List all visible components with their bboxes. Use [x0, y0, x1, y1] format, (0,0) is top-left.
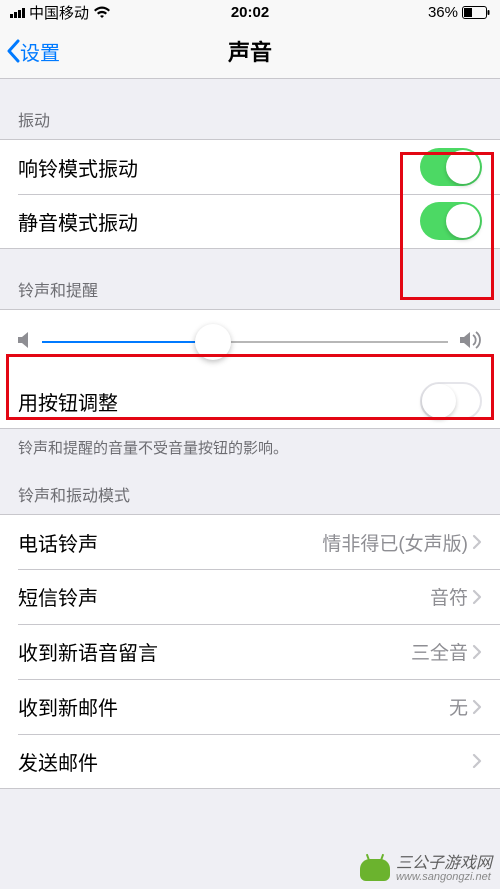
nav-bar: 设置 声音: [0, 24, 500, 79]
chevron-right-icon: [472, 753, 482, 769]
row-pattern-item[interactable]: 收到新语音留言 三全音: [0, 624, 500, 679]
android-icon: [360, 859, 390, 881]
row-pattern-item[interactable]: 发送邮件: [0, 734, 500, 789]
watermark-text: 三公子游戏网: [396, 856, 492, 872]
clock: 20:02: [231, 4, 269, 21]
row-pattern-item[interactable]: 短信铃声 音符: [0, 569, 500, 624]
row-pattern-item[interactable]: 收到新邮件 无: [0, 679, 500, 734]
row-value: 三全音: [411, 638, 468, 665]
row-button-adjust[interactable]: 用按钮调整: [0, 374, 500, 429]
volume-slider[interactable]: [42, 341, 448, 343]
row-label: 收到新语音留言: [18, 637, 158, 666]
section-header-ringer: 铃声和提醒: [0, 249, 500, 309]
row-ring-vibrate[interactable]: 响铃模式振动: [0, 139, 500, 194]
row-label: 收到新邮件: [18, 692, 118, 721]
signal-icon: [10, 6, 25, 18]
row-detail: 情非得已(女声版): [322, 529, 482, 556]
page-title: 声音: [228, 35, 272, 67]
status-bar: 中国移动 20:02 36%: [0, 0, 500, 24]
row-label: 响铃模式振动: [18, 153, 138, 182]
carrier-label: 中国移动: [29, 2, 89, 23]
toggle-ring-vibrate[interactable]: [420, 148, 482, 186]
row-label: 静音模式振动: [18, 207, 138, 236]
section-footer-ringer: 铃声和提醒的音量不受音量按钮的影响。: [0, 429, 500, 474]
section-header-patterns: 铃声和振动模式: [0, 474, 500, 514]
row-detail: 音符: [430, 583, 482, 610]
back-label: 设置: [20, 37, 60, 66]
slider-thumb[interactable]: [195, 324, 231, 360]
row-pattern-item[interactable]: 电话铃声 情非得已(女声版): [0, 514, 500, 569]
section-header-vibration: 振动: [0, 79, 500, 139]
toggle-button-adjust[interactable]: [420, 382, 482, 420]
row-label: 电话铃声: [18, 528, 98, 557]
battery-icon: [462, 6, 490, 19]
wifi-icon: [93, 6, 111, 19]
row-value: 情非得已(女声版): [322, 529, 468, 556]
row-detail: 三全音: [411, 638, 482, 665]
toggle-silent-vibrate[interactable]: [420, 202, 482, 240]
row-volume-slider: [0, 309, 500, 374]
row-detail: [468, 753, 482, 769]
chevron-right-icon: [472, 589, 482, 605]
back-button[interactable]: 设置: [0, 37, 60, 66]
watermark-url: www.sangongzi.net: [396, 872, 492, 883]
row-silent-vibrate[interactable]: 静音模式振动: [0, 194, 500, 249]
watermark: 三公子游戏网 www.sangongzi.net: [360, 856, 492, 883]
row-value: 音符: [430, 583, 468, 610]
row-label: 发送邮件: [18, 747, 98, 776]
row-label: 用按钮调整: [18, 387, 118, 416]
chevron-right-icon: [472, 534, 482, 550]
row-label: 短信铃声: [18, 582, 98, 611]
chevron-right-icon: [472, 699, 482, 715]
row-detail: 无: [449, 693, 482, 720]
row-value: 无: [449, 693, 468, 720]
volume-low-icon: [18, 331, 30, 354]
chevron-right-icon: [472, 644, 482, 660]
volume-high-icon: [460, 331, 482, 354]
battery-pct: 36%: [428, 4, 458, 21]
chevron-left-icon: [6, 39, 20, 63]
